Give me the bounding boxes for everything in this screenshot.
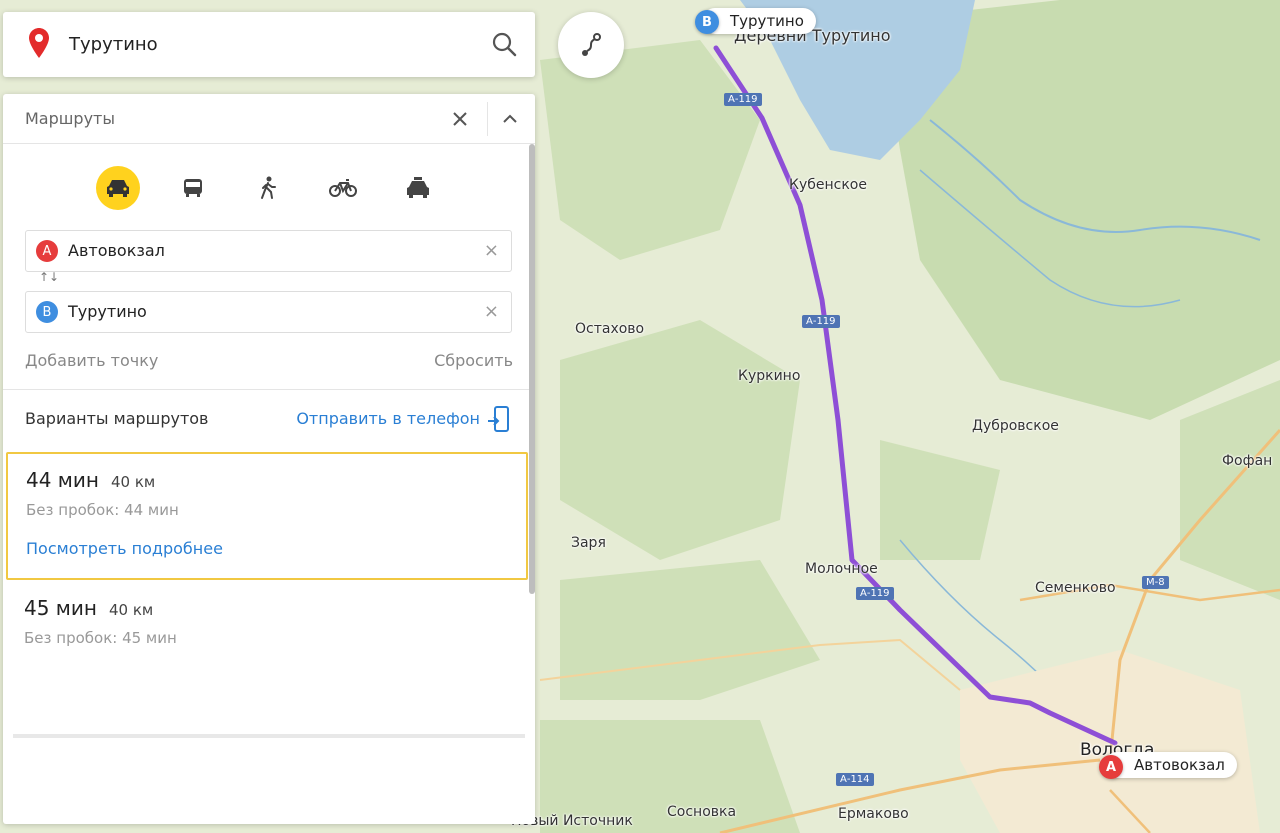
divider (487, 102, 488, 136)
car-icon (107, 180, 129, 197)
place-label: Дубровское (972, 418, 1059, 434)
mode-bike-button[interactable] (321, 166, 365, 210)
route-from-field[interactable]: A Автовокзал × (25, 230, 512, 272)
place-label: Фофан (1222, 453, 1273, 469)
location-pin-icon (29, 28, 49, 58)
place-label: Остахово (575, 321, 645, 337)
bike-icon (329, 179, 357, 197)
road-badge-a119: А-119 (856, 587, 894, 600)
pin-a-text: Автовокзал (1134, 756, 1225, 774)
route-no-jams: Без пробок: 44 мин (26, 501, 179, 519)
variants-title: Варианты маршрутов (25, 409, 209, 428)
scrollbar[interactable] (529, 144, 535, 594)
swap-points-button[interactable]: ↑↓ (39, 270, 59, 284)
route-no-jams: Без пробок: 45 мин (24, 629, 177, 647)
divider (3, 389, 535, 390)
place-label: Молочное (805, 561, 878, 577)
add-point-link[interactable]: Добавить точку (25, 351, 158, 370)
routes-panel: Маршруты A Автовокзал × ↑↓ B Турутино × … (3, 94, 535, 824)
road-badge-a119: А-119 (724, 93, 762, 106)
from-value[interactable]: Автовокзал (68, 241, 165, 260)
point-b-icon: B (36, 301, 58, 323)
point-a-icon: A (36, 240, 58, 262)
search-icon[interactable] (491, 31, 517, 57)
place-label: Сосновка (667, 804, 737, 820)
route-end-marker[interactable]: B (695, 10, 719, 34)
to-value[interactable]: Турутино (68, 302, 147, 321)
road-badge-a114: А-114 (836, 773, 874, 786)
route-start-marker[interactable]: A (1099, 755, 1123, 779)
panel-header: Маршруты (3, 94, 535, 144)
road-badge-m8: М-8 (1142, 576, 1169, 589)
mode-walk-button[interactable] (246, 166, 290, 210)
route-distance: 40 км (111, 473, 156, 491)
routes-button[interactable] (558, 12, 624, 78)
search-box[interactable]: Турутино (3, 12, 535, 77)
route-icon (582, 33, 601, 56)
close-icon[interactable] (449, 108, 471, 130)
clear-icon[interactable]: × (484, 303, 499, 321)
transport-modes (3, 166, 535, 210)
send-to-phone-link[interactable]: Отправить в телефон (296, 409, 480, 428)
bus-icon (184, 179, 202, 197)
road-badge-a119: А-119 (802, 315, 840, 328)
route-time: 45 мин (24, 596, 97, 620)
place-label: Куркино (738, 368, 801, 384)
route-option-1[interactable]: 44 мин 40 км Без пробок: 44 мин Посмотре… (6, 452, 528, 580)
mode-car-button[interactable] (96, 166, 140, 210)
divider (13, 734, 525, 738)
clear-icon[interactable]: × (484, 242, 499, 260)
reset-link[interactable]: Сбросить (434, 351, 513, 370)
route-time: 44 мин (26, 468, 99, 492)
mode-taxi-button[interactable] (396, 166, 440, 210)
place-label: Ермаково (838, 806, 909, 822)
chevron-up-icon[interactable] (499, 108, 521, 130)
panel-title: Маршруты (25, 109, 115, 128)
route-option-2[interactable]: 45 мин 40 км Без пробок: 45 мин (6, 582, 528, 672)
taxi-icon (407, 177, 429, 198)
mode-bus-button[interactable] (171, 166, 215, 210)
route-distance: 40 км (109, 601, 154, 619)
pin-a-label[interactable]: Автовокзал (1104, 752, 1237, 778)
route-details-link[interactable]: Посмотреть подробнее (26, 539, 223, 558)
walk-icon (261, 176, 276, 199)
place-label: Семенково (1035, 580, 1116, 596)
pin-b-text: Турутино (730, 12, 804, 30)
route-to-field[interactable]: B Турутино × (25, 291, 512, 333)
search-input[interactable]: Турутино (69, 34, 158, 55)
place-label: Кубенское (789, 177, 867, 193)
place-label: Заря (571, 535, 606, 551)
pin-b-label[interactable]: Турутино (702, 8, 816, 34)
phone-icon[interactable] (487, 405, 511, 433)
